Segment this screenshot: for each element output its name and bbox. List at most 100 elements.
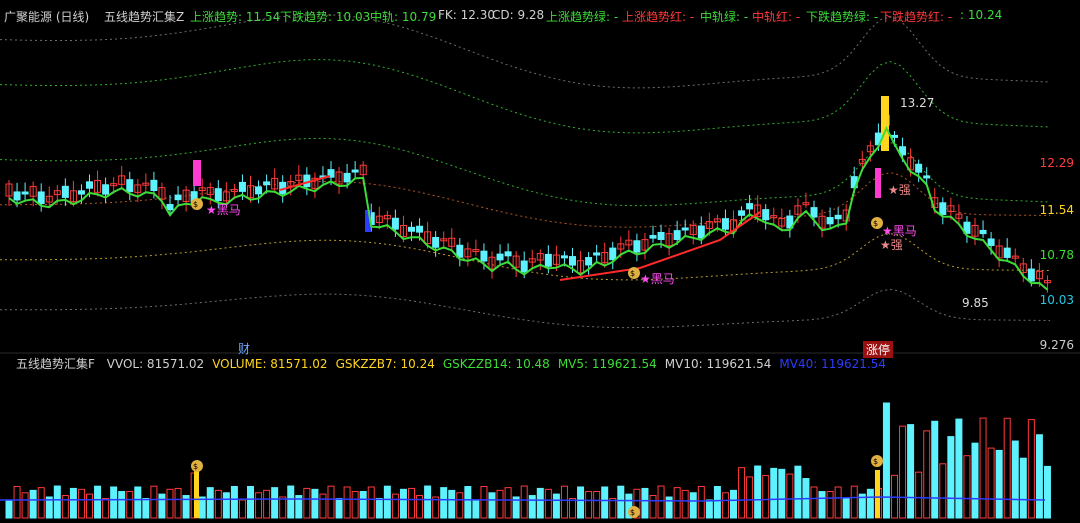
volume-bar xyxy=(730,489,737,519)
volume-bar xyxy=(424,485,432,519)
volume-bar xyxy=(528,495,536,519)
volume-bar xyxy=(335,498,343,519)
volume-bar xyxy=(456,492,464,519)
candle xyxy=(915,163,923,173)
kline-chart[interactable]: $ $ $ $ $ $ xyxy=(0,0,1080,523)
candle xyxy=(520,260,528,273)
volume-bar xyxy=(649,494,657,519)
volume-bar xyxy=(166,488,174,519)
candle xyxy=(657,231,665,240)
volume-bar xyxy=(496,489,504,519)
volume-bar xyxy=(279,496,287,519)
volume-bar xyxy=(1019,457,1027,519)
qiang-label: ★强 xyxy=(880,238,903,252)
candle xyxy=(150,179,158,191)
volume-value: VVOL: 81571.02 xyxy=(106,357,205,371)
candle xyxy=(875,168,881,198)
candle xyxy=(585,257,593,266)
trend-bands xyxy=(0,14,1051,329)
volume-bar xyxy=(1011,440,1019,519)
volume-bar xyxy=(150,485,158,519)
candle xyxy=(174,194,182,201)
volume-bar xyxy=(641,487,649,519)
candle xyxy=(193,160,201,186)
heima-label: ★黑马 xyxy=(640,272,675,286)
volume-bar xyxy=(931,420,939,519)
volume-bar xyxy=(569,498,576,519)
volume-bar xyxy=(343,486,351,519)
volume-value: VOLUME: 81571.02 xyxy=(212,357,328,371)
candle xyxy=(351,169,359,173)
candle xyxy=(544,253,552,267)
candle xyxy=(881,96,889,151)
volume-bar xyxy=(198,496,206,519)
volume-bar xyxy=(601,486,609,519)
volume-bar xyxy=(359,491,367,519)
volume-bar xyxy=(86,493,93,519)
volume-bar xyxy=(440,487,448,519)
volume-bar xyxy=(987,447,995,519)
volume-bar xyxy=(536,487,544,519)
volume-bar xyxy=(826,490,834,519)
trend-line xyxy=(8,125,1049,291)
candle xyxy=(408,226,415,232)
volume-bar xyxy=(13,486,21,519)
candle xyxy=(102,184,110,195)
svg-text:$: $ xyxy=(630,508,635,517)
volume-bar xyxy=(206,487,214,519)
candle xyxy=(126,179,134,193)
volume-bar xyxy=(971,442,979,519)
volume-bar xyxy=(472,499,480,519)
volume-bar xyxy=(488,492,496,519)
volume-bar xyxy=(762,475,770,519)
volume-bar xyxy=(560,485,568,519)
volume-bar xyxy=(963,455,971,519)
volume-bar xyxy=(351,491,359,519)
volume-bar xyxy=(923,430,931,519)
volume-bar xyxy=(657,485,665,519)
volume-bar xyxy=(947,436,955,519)
volume-bar xyxy=(464,486,472,519)
volume-bar xyxy=(158,493,166,519)
volume-bar xyxy=(53,485,61,519)
candle xyxy=(1003,247,1011,258)
heima-label: ★黑马 xyxy=(206,203,241,217)
volume-bar xyxy=(504,487,512,519)
candle xyxy=(826,217,834,225)
volume-bar xyxy=(194,470,199,518)
svg-text:$: $ xyxy=(873,219,878,228)
volume-bar xyxy=(367,486,375,519)
candle xyxy=(569,256,576,266)
candle xyxy=(263,181,271,186)
price-label-uptrend: 11.54 xyxy=(1039,203,1074,217)
volume-bar xyxy=(673,487,681,519)
volume-bars xyxy=(0,402,1051,519)
volume-indicator-name[interactable]: 五线趋势汇集F xyxy=(16,357,95,371)
candle xyxy=(13,191,21,201)
candle xyxy=(746,203,754,210)
volume-bar xyxy=(681,489,689,519)
candle xyxy=(432,237,440,248)
candle xyxy=(923,175,931,179)
volume-bar xyxy=(391,493,399,519)
volume-bar xyxy=(544,488,552,519)
volume-header: 五线趋势汇集F VVOL: 81571.02 VOLUME: 81571.02 GS… xyxy=(0,355,1080,373)
volume-bar xyxy=(552,493,560,519)
volume-bar xyxy=(907,424,915,519)
candle xyxy=(673,230,681,241)
moneybag-icon: $ xyxy=(191,460,203,472)
candle xyxy=(238,181,246,192)
volume-bar xyxy=(585,491,593,519)
moneybag-icon: $ xyxy=(871,455,883,467)
volume-bar xyxy=(375,497,383,519)
volume-bar xyxy=(1003,417,1011,519)
svg-text:$: $ xyxy=(630,269,635,278)
volume-bar xyxy=(214,489,222,519)
volume-bar xyxy=(995,449,1003,519)
volume-bar xyxy=(609,497,617,519)
volume-bar xyxy=(77,488,85,519)
volume-bar xyxy=(142,497,150,519)
candle xyxy=(721,218,729,230)
volume-value: MV5: 119621.54 xyxy=(557,357,657,371)
candle xyxy=(416,225,424,233)
